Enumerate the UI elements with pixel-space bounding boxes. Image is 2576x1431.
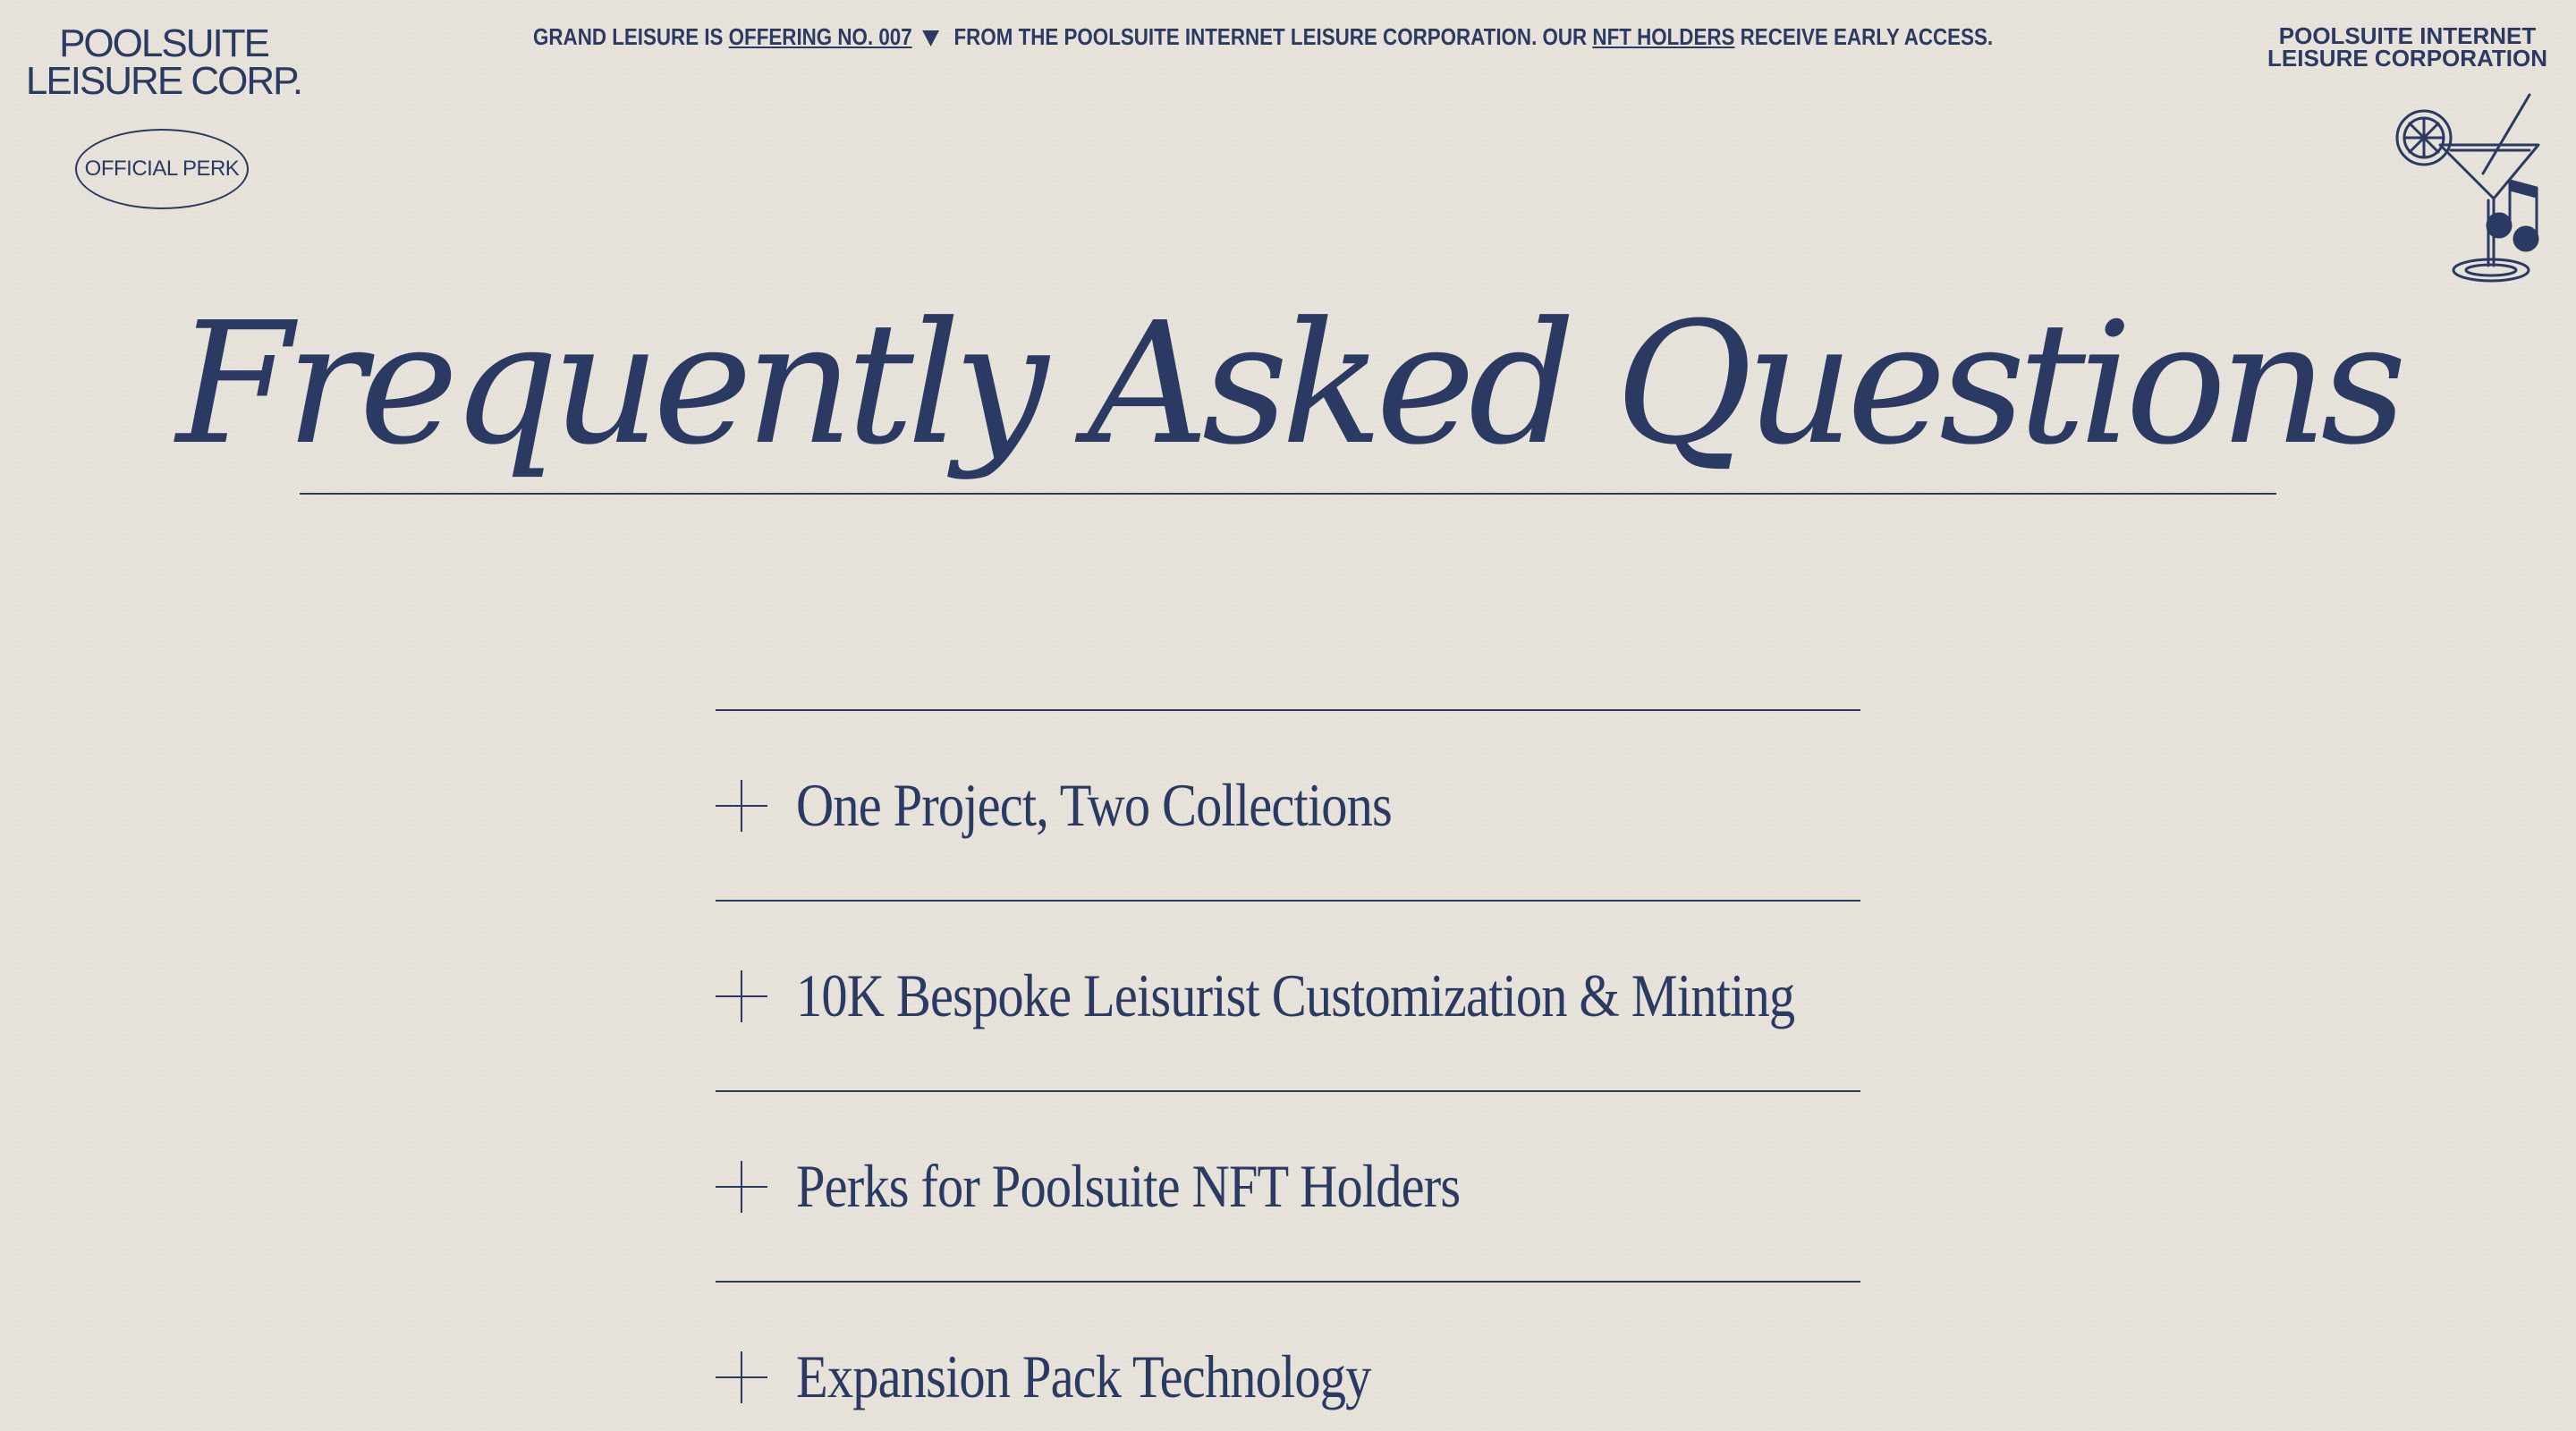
triangle-down-icon [922, 30, 939, 47]
banner-text-3: RECEIVE EARLY ACCESS. [1740, 23, 1994, 50]
corporation-name: POOLSUITE INTERNET LEISURE CORPORATION [2267, 24, 2547, 72]
faq-question: 10K Bespoke Leisurist Customization & Mi… [796, 961, 1795, 1029]
logo-line-1: POOLSUITE [59, 21, 270, 65]
top-banner: GRAND LEISURE IS OFFERING NO. 007 FROM T… [533, 23, 1993, 51]
title-divider [300, 493, 2276, 495]
faq-question: Perks for Poolsuite NFT Holders [796, 1152, 1461, 1220]
plus-icon [716, 779, 767, 832]
faq-item-customization[interactable]: 10K Bespoke Leisurist Customization & Mi… [716, 902, 1860, 1092]
poolsuite-logo[interactable]: POOLSUITE LEISURE CORP. [25, 21, 303, 103]
banner-text-2: FROM THE POOLSUITE INTERNET LEISURE CORP… [953, 23, 1588, 50]
faq-question: One Project, Two Collections [796, 771, 1393, 839]
faq-item-expansion-pack[interactable]: Expansion Pack Technology [716, 1283, 1860, 1431]
official-perk-badge: OFFICIAL PERK [75, 129, 249, 209]
plus-icon [716, 1160, 767, 1213]
plus-icon [716, 1351, 767, 1403]
page-title: Frequently Asked Questions [176, 286, 2407, 482]
faq-list: One Project, Two Collections 10K Bespoke… [716, 709, 1860, 1431]
faq-item-perks[interactable]: Perks for Poolsuite NFT Holders [716, 1092, 1860, 1283]
cocktail-glass-music-note-icon [2395, 93, 2540, 283]
faq-question: Expansion Pack Technology [796, 1342, 1371, 1410]
logo-line-2: LEISURE CORP. [25, 59, 303, 103]
corp-line-2: LEISURE CORPORATION [2267, 45, 2547, 72]
plus-icon [716, 970, 767, 1022]
banner-text-1: GRAND LEISURE IS [533, 23, 724, 50]
faq-item-one-project[interactable]: One Project, Two Collections [716, 711, 1860, 902]
offering-link[interactable]: OFFERING NO. 007 [729, 23, 912, 50]
nft-holders-link[interactable]: NFT HOLDERS [1592, 23, 1734, 50]
